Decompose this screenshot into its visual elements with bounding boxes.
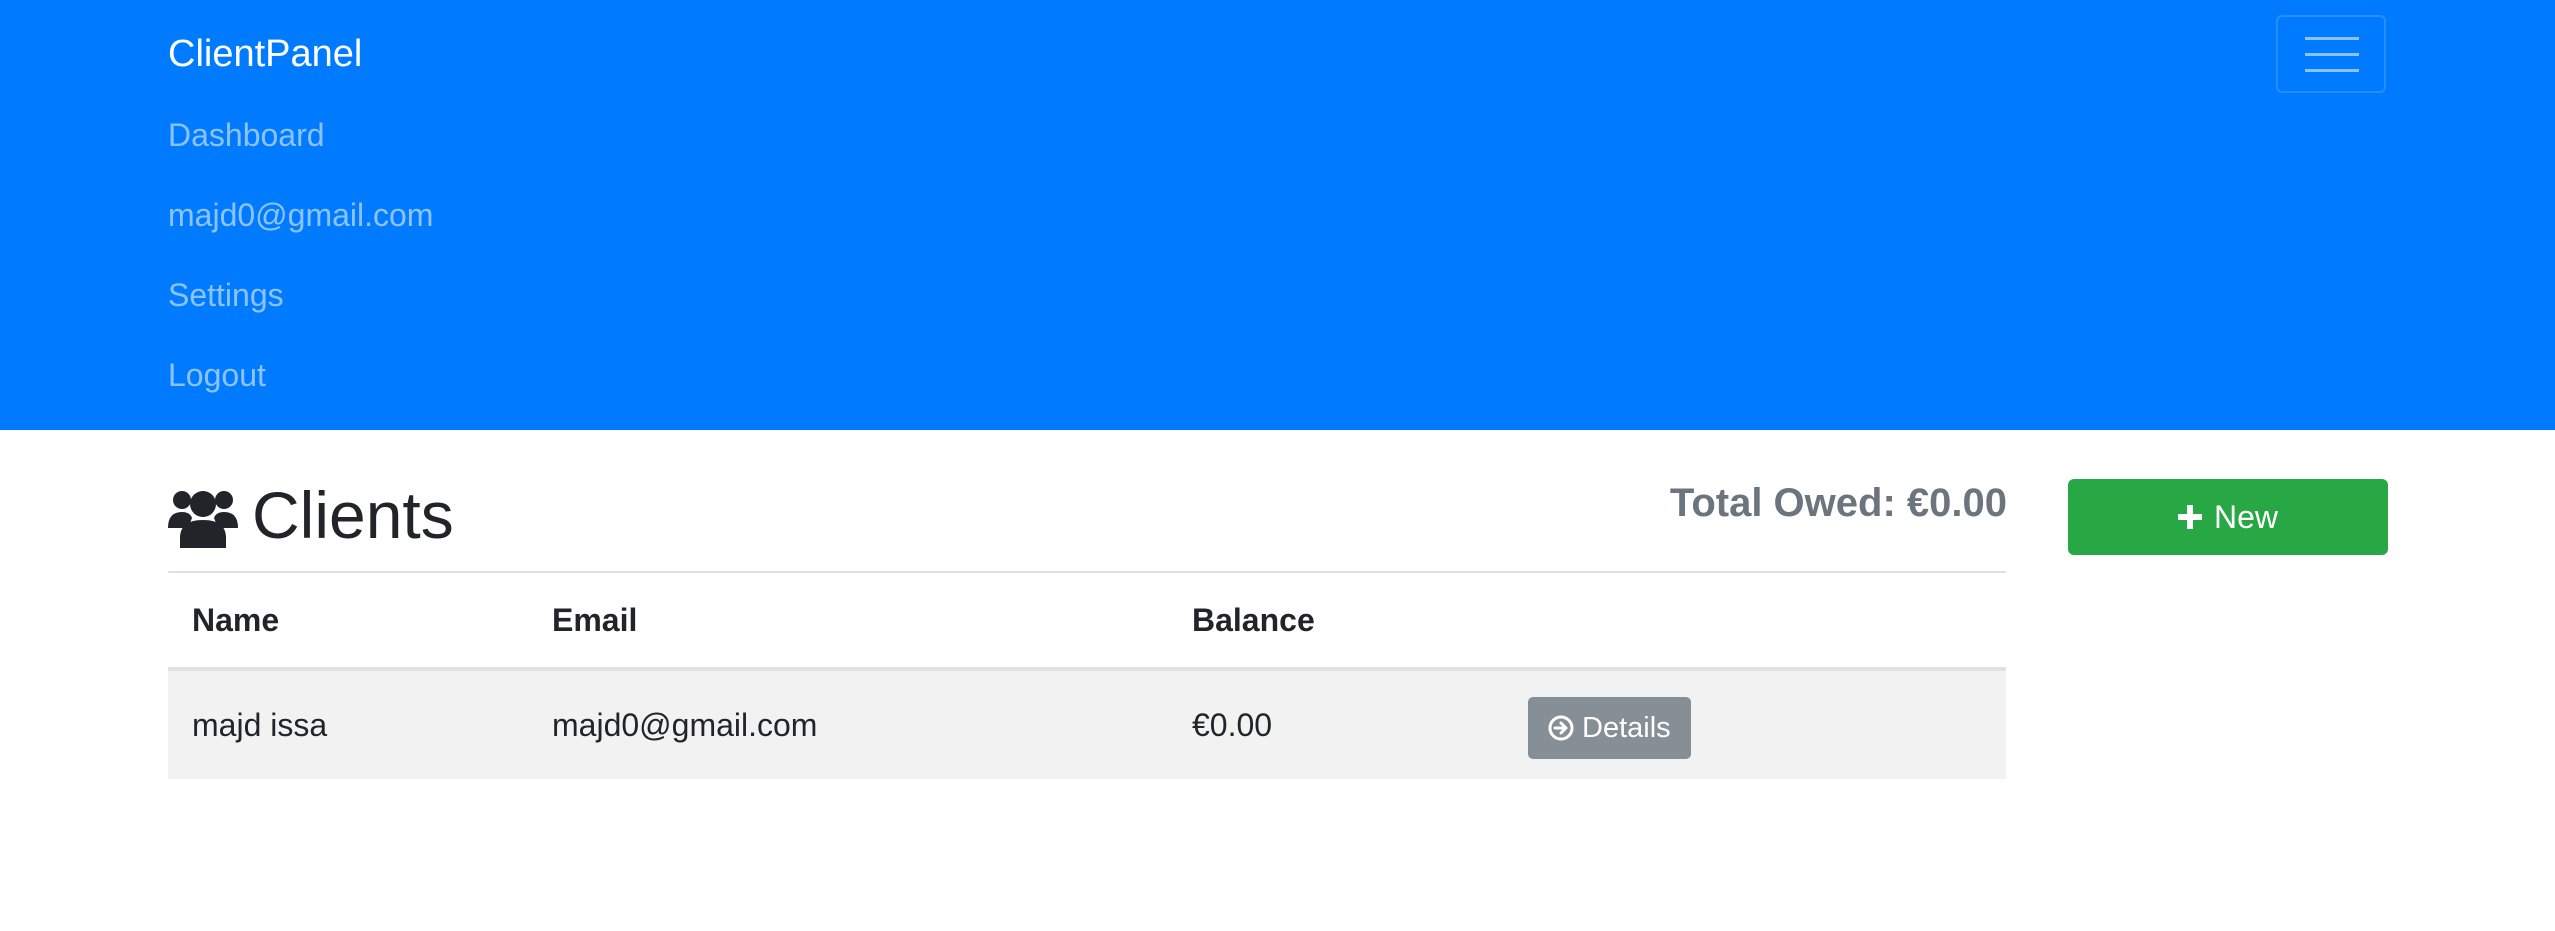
navbar: ClientPanel Dashboard majd0@gmail.com Se… (0, 0, 2555, 430)
client-details-button-label: Details (1582, 711, 1671, 744)
page-title-text: Clients (252, 478, 454, 552)
cell-client-email: majd0@gmail.com (528, 669, 1168, 779)
nav-item-settings: Settings (168, 270, 433, 350)
nav-link-dashboard[interactable]: Dashboard (168, 110, 433, 190)
table-header-row: Name Email Balance (168, 573, 2006, 671)
nav-list: Dashboard majd0@gmail.com Settings Logou… (168, 110, 433, 430)
column-header-actions (1504, 573, 2006, 671)
nav-link-logout[interactable]: Logout (168, 350, 433, 430)
column-header-balance: Balance (1168, 573, 1504, 671)
cell-client-actions: Details (1504, 669, 2006, 779)
column-header-name: Name (168, 573, 528, 671)
brand-link[interactable]: ClientPanel (168, 26, 362, 82)
table-row: majd issa majd0@gmail.com €0.00 Details (168, 669, 2006, 779)
cell-client-balance: €0.00 (1168, 669, 1504, 779)
nav-link-settings[interactable]: Settings (168, 270, 433, 350)
arrow-circle-right-icon (1548, 715, 1574, 741)
new-client-button-label: New (2213, 498, 2278, 535)
users-icon (168, 482, 238, 548)
column-header-email: Email (528, 573, 1168, 671)
navbar-toggler-button[interactable] (2276, 15, 2386, 93)
nav-item-logout: Logout (168, 350, 433, 430)
plus-icon (2177, 505, 2202, 529)
clients-table-head: Name Email Balance (168, 573, 2006, 671)
total-owed: Total Owed: €0.00 (1669, 481, 2007, 525)
clients-table: Name Email Balance majd issa majd0@gmail… (168, 573, 2006, 779)
nav-item-dashboard: Dashboard (168, 110, 433, 190)
page-title: Clients (168, 475, 454, 555)
new-client-button[interactable]: New (2068, 479, 2388, 555)
nav-link-user-email[interactable]: majd0@gmail.com (168, 190, 433, 270)
clients-table-body: majd issa majd0@gmail.com €0.00 Details (168, 669, 2006, 779)
nav-item-user-email: majd0@gmail.com (168, 190, 433, 270)
cell-client-name: majd issa (168, 669, 528, 779)
client-details-button[interactable]: Details (1528, 697, 1691, 759)
hamburger-icon (2305, 37, 2359, 72)
